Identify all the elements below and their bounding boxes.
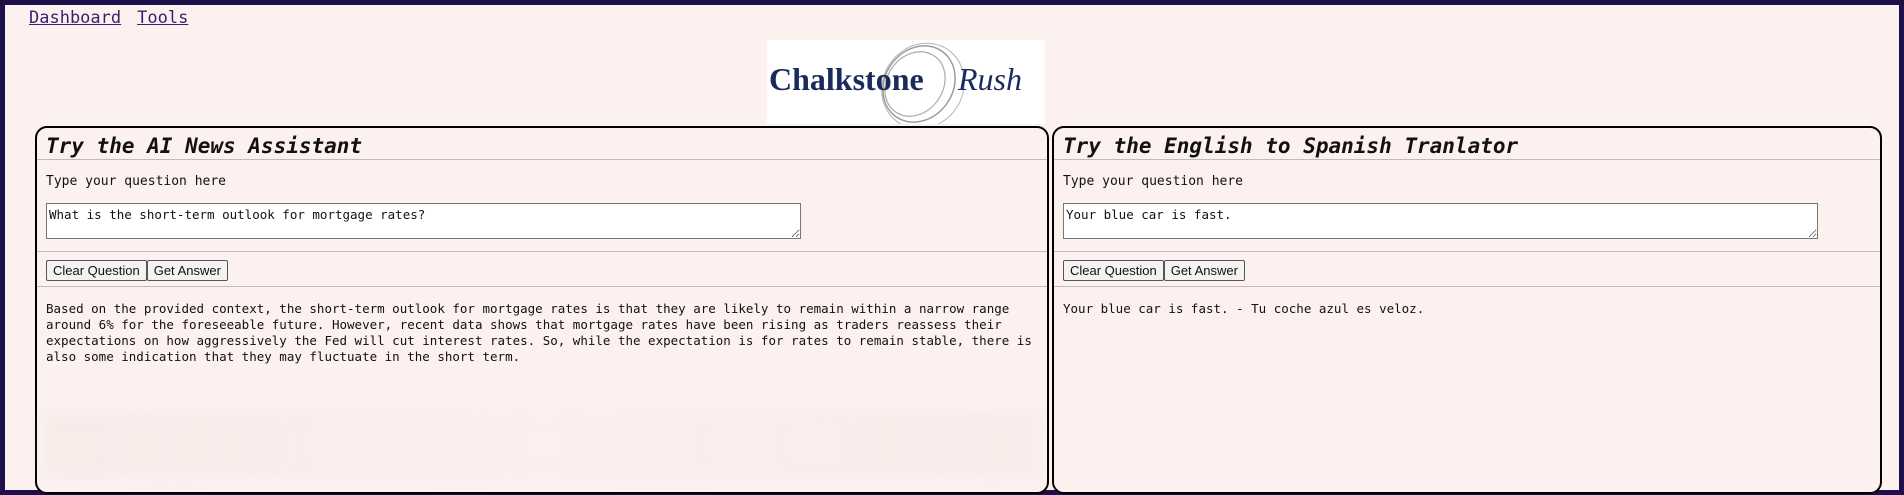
top-nav: Dashboard Tools bbox=[29, 8, 188, 28]
news-assistant-title: Try the AI News Assistant bbox=[46, 134, 363, 158]
logo-word-rush: Rush bbox=[957, 61, 1022, 97]
company-logo: Chalkstone Rush bbox=[767, 40, 1045, 124]
nav-dashboard-link[interactable]: Dashboard bbox=[29, 8, 121, 28]
question-label: Type your question here bbox=[1063, 174, 1244, 189]
news-question-input[interactable]: What is the short-term outlook for mortg… bbox=[46, 203, 801, 239]
get-answer-button[interactable]: Get Answer bbox=[1163, 260, 1245, 281]
logo-graphic: Chalkstone Rush bbox=[769, 42, 1022, 124]
clear-question-button[interactable]: Clear Question bbox=[1063, 260, 1164, 281]
nav-tools-link[interactable]: Tools bbox=[137, 8, 188, 28]
translator-question-input[interactable]: Your blue car is fast. bbox=[1063, 203, 1818, 239]
clear-question-button[interactable]: Clear Question bbox=[46, 260, 147, 281]
translator-title: Try the English to Spanish Tranlator bbox=[1063, 134, 1519, 158]
question-label: Type your question here bbox=[46, 174, 227, 189]
translation-answer-text: Your blue car is fast. - Tu coche azul e… bbox=[1063, 301, 1425, 316]
faded-region bbox=[45, 414, 1035, 476]
logo-word-chalkstone: Chalkstone bbox=[769, 61, 924, 97]
translator-panel: Try the English to Spanish Tranlator Typ… bbox=[1052, 126, 1882, 494]
news-answer-text: Based on the provided context, the short… bbox=[46, 301, 1032, 364]
news-assistant-panel: Try the AI News Assistant Type your ques… bbox=[35, 126, 1049, 494]
get-answer-button[interactable]: Get Answer bbox=[146, 260, 228, 281]
